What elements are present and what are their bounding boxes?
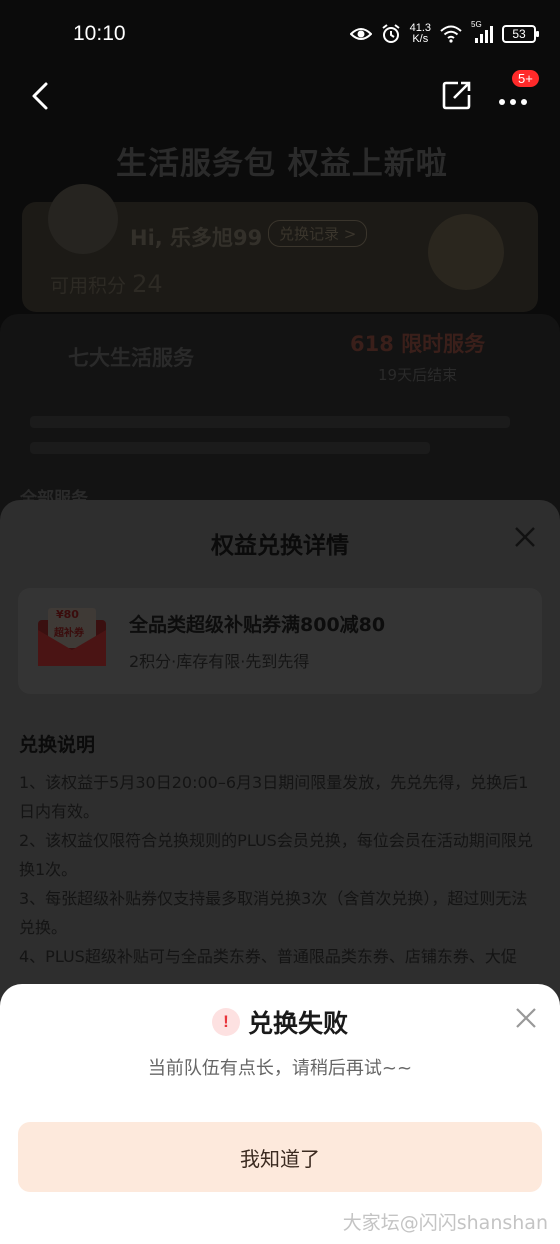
coin-decoration [428,214,504,290]
detail-title: 权益兑换详情 [211,533,349,559]
clock: 10:10 [73,22,126,45]
eye-icon [349,28,372,40]
top-nav [0,68,560,124]
coupon-tag: 超补券 [54,628,84,639]
speed-unit: K/s [412,33,429,45]
back-arrow-icon[interactable] [24,76,58,116]
battery-icon: 53 [502,25,539,43]
coupon-subtitle: 2积分·库存有限·先到先得 [129,652,310,671]
network-type: 5G [471,20,482,29]
points-display: 可用积分 24 [50,270,163,298]
coupon-name: 全品类超级补贴券满800减80 [129,614,386,636]
dialog-close-icon[interactable] [514,1006,538,1030]
wifi-icon [440,25,462,43]
exchange-failed-dialog: ! 兑换失败 当前队伍有点长，请稍后再试~~ 我知道了 大家坛@闪闪shansh… [0,984,560,1244]
rule-item: 3、每张超级补贴券仅支持最多取消兑换3次（含首次兑换），超过则无法兑换。 [19,889,528,937]
status-icons: 41.3 K/s 5G 53 [349,20,539,48]
avatar [48,184,118,254]
greeting: Hi, 乐多旭99 [130,226,263,250]
banner-title: 生活服务包 权益上新啦 [116,146,448,182]
coupon-card: ¥80 超补券 全品类超级补贴券满800减80 2积分·库存有限·先到先得 [18,588,542,694]
status-bar: 10:10 41.3 K/s 5G 53 [0,0,560,68]
network-speed: 41.3 K/s [410,23,431,45]
tab-618-services: 618 限时服务 [350,332,486,356]
rule-item: 1、该权益于5月30日20:00–6月3日期间限量发放，先兑先得，兑换后1日内有… [19,773,529,821]
notification-badge: 5+ [512,70,539,87]
points-label: 可用积分 [50,275,127,297]
rule-item: 2、该权益仅限符合兑换规则的PLUS会员兑换，每位会员在活动期间限兑换1次。 [19,831,533,879]
exchange-record-link: 兑换记录 > [268,220,368,247]
acknowledge-button[interactable]: 我知道了 [18,1122,542,1192]
warning-icon: ! [211,1008,240,1036]
rules-list: 1、该权益于5月30日20:00–6月3日期间限量发放，先兑先得，兑换后1日内有… [19,768,537,971]
watermark: 大家坛@闪闪shanshan [342,1212,548,1234]
dialog-message: 当前队伍有点长，请稍后再试~~ [147,1058,413,1079]
share-icon[interactable] [440,78,474,112]
rules-title: 兑换说明 [19,734,96,756]
rule-item: 4、PLUS超级补贴可与全品类东券、普通限品类东券、店铺东券、大促 [19,947,517,966]
alarm-icon [381,24,400,43]
detail-close-icon[interactable] [512,524,538,550]
tab-life-services: 七大生活服务 [68,346,194,370]
dialog-header: ! 兑换失败 [0,1004,560,1040]
tab-countdown: 19天后结束 [378,366,458,384]
points-value: 24 [132,270,163,298]
cellular-signal-icon: 5G [471,20,493,44]
coupon-amount: ¥80 [56,608,79,621]
dialog-title: 兑换失败 [247,1009,348,1038]
notice-text-placeholder [30,416,530,468]
